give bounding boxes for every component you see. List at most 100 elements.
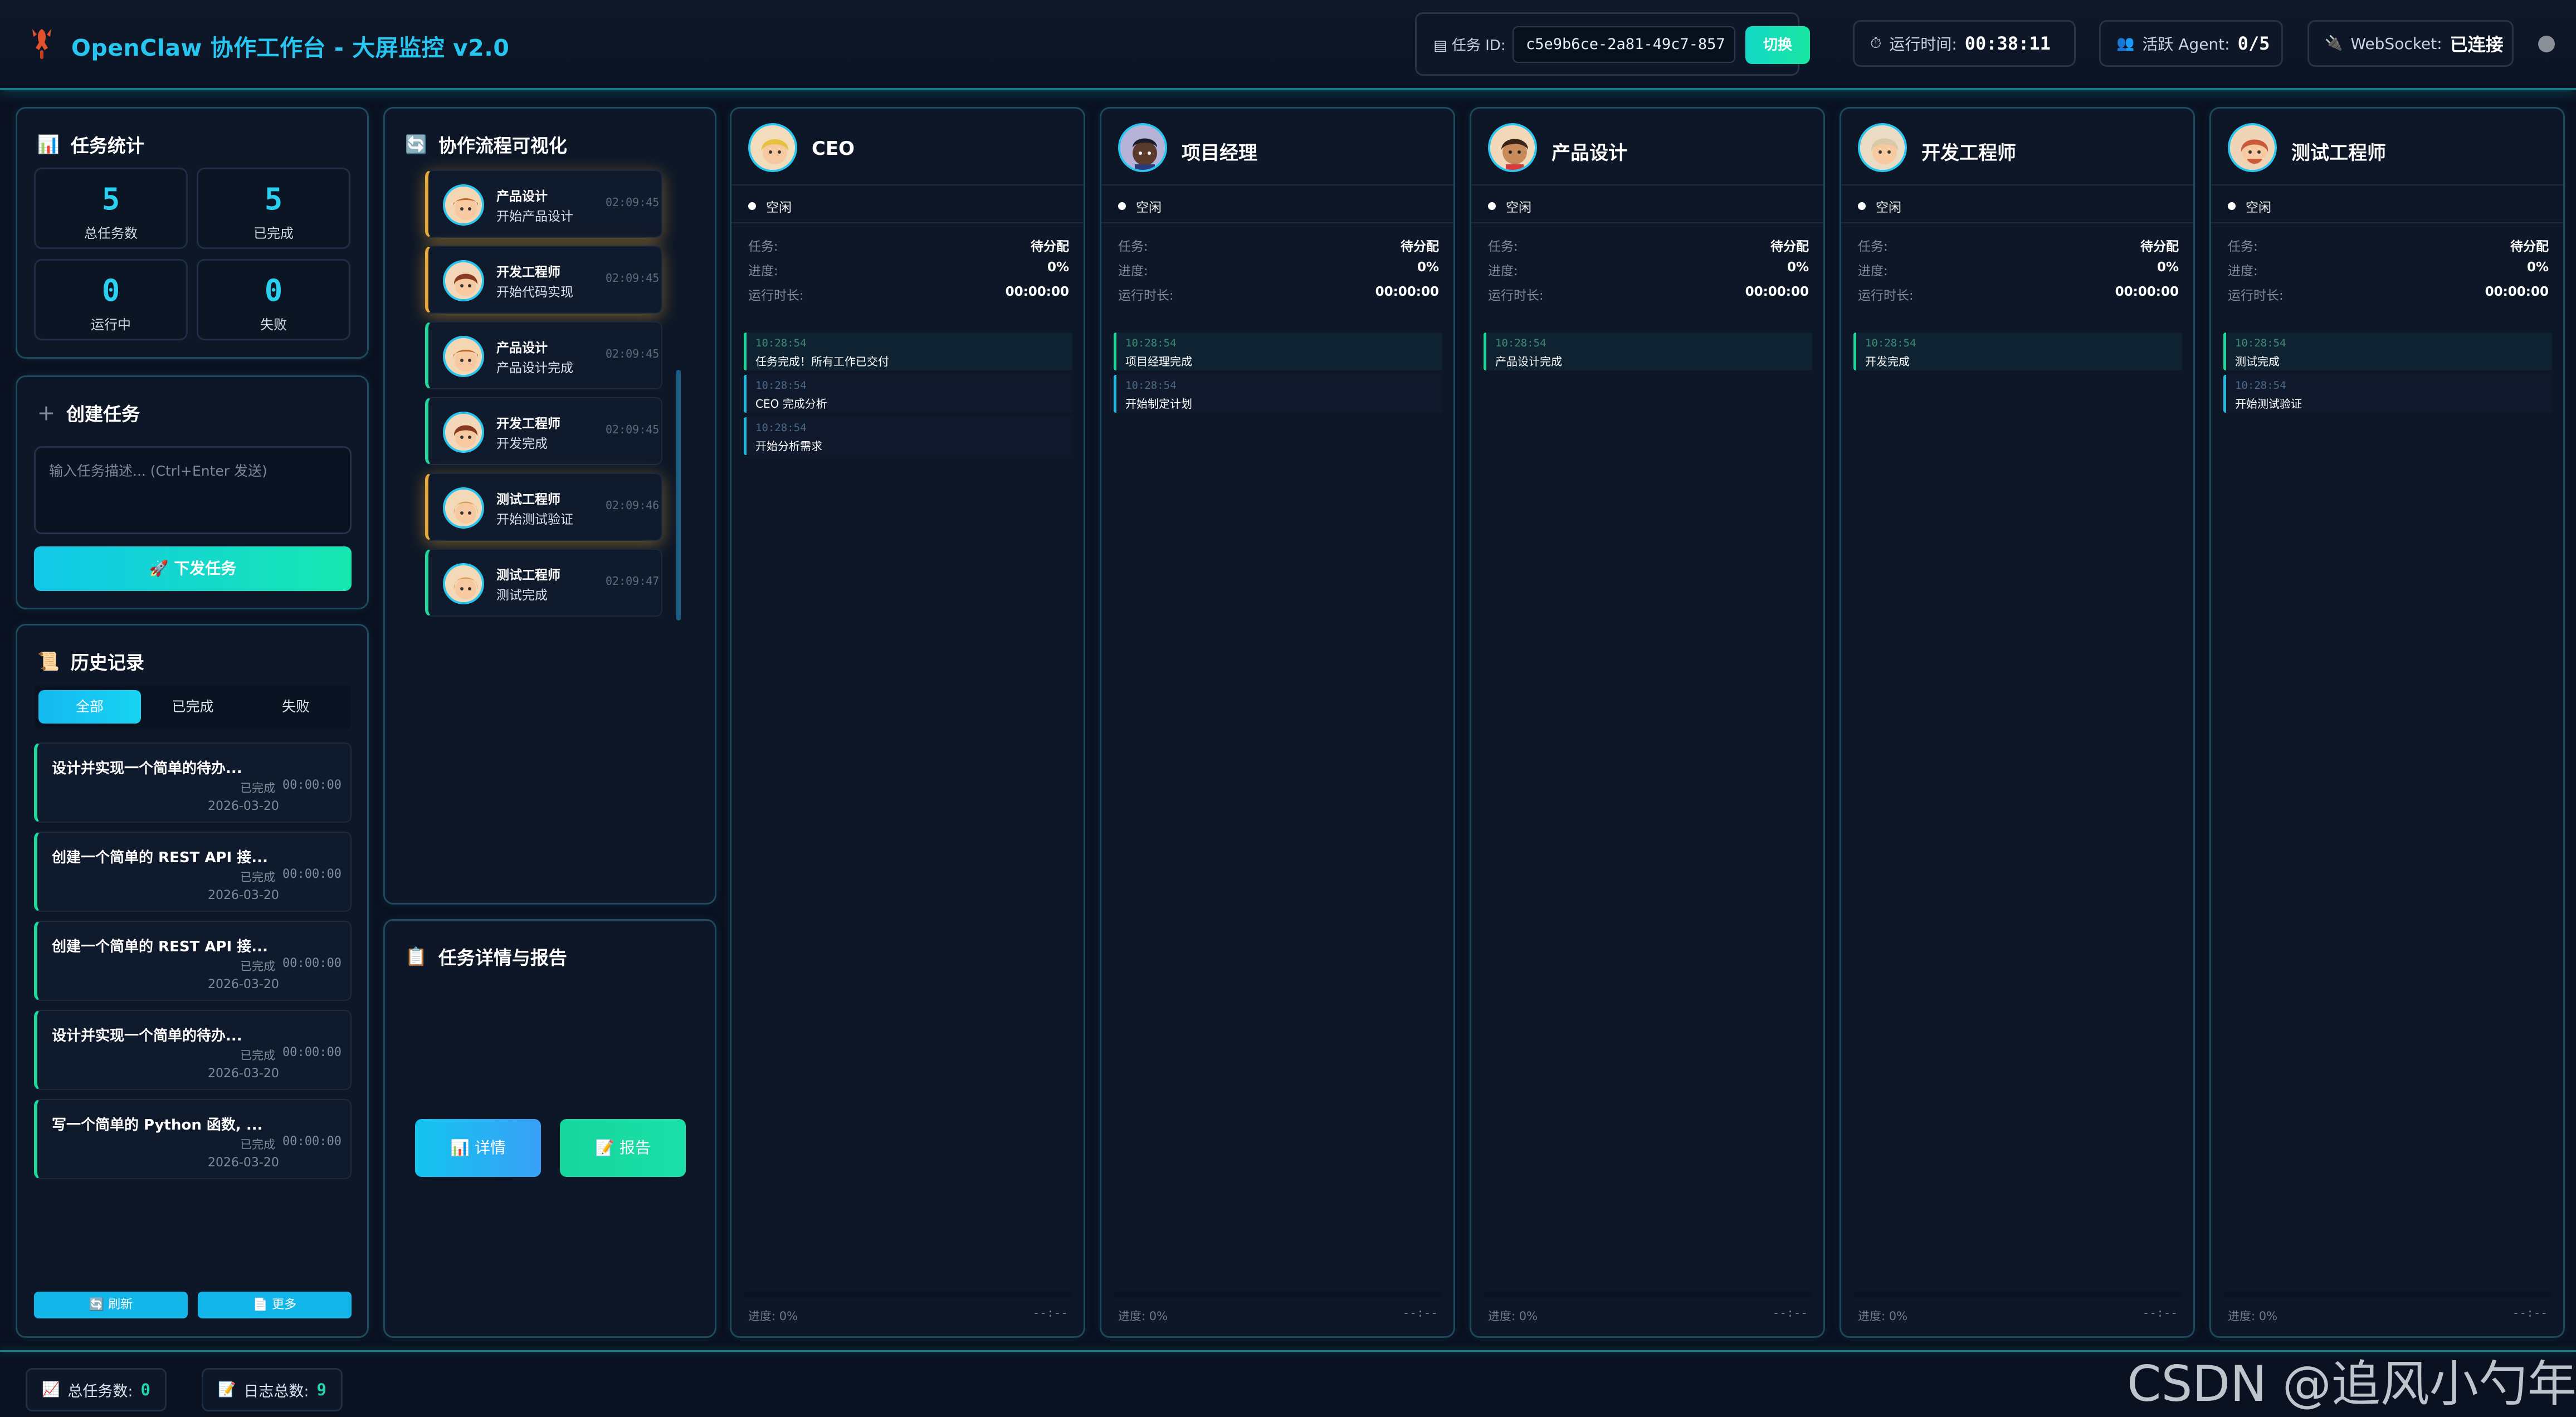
log-text: CEO 完成分析 [755,397,827,411]
agent-name: 开发工程师 [1921,142,2016,164]
refresh-button[interactable]: 🔄 刷新 [34,1292,188,1318]
websocket-value: 已连接 [2450,34,2504,55]
task-value: 待分配 [1401,240,1439,254]
divider [1841,184,2193,185]
agent-card-product-designer: 产品设计 空闲 任务: 待分配 进度: 0% 运行时长: 00:00:00 10… [1470,107,1825,1338]
flow-item: 测试工程师 测试完成 02:09:47 [425,549,662,617]
history-item-date: 2026-03-20 [208,1156,279,1170]
agent-status: 空闲 [2228,197,2271,216]
stat-failed: 0 失败 [197,259,350,340]
tab-failed[interactable]: 失败 [245,690,347,724]
log-entry: 10:28:54 项目经理完成 [1114,333,1442,370]
footer-time: --:-- [1032,1306,1068,1320]
flow-item-time: 02:09:45 [606,423,660,436]
log-time: 10:28:54 [1125,337,1177,349]
detail-button[interactable]: 📊 详情 [415,1119,541,1177]
footer-progress: 进度: 0% [2228,1309,2278,1323]
task-id-input[interactable]: c5e9b6ce-2a81-49c7-857 [1513,26,1735,63]
tester-avatar-icon [2228,123,2277,172]
flow-item-role: 开发工程师 [496,265,560,280]
flow-item: 开发工程师 开发完成 02:09:45 [425,397,662,465]
footer-progress: 进度: 0% [1488,1309,1538,1323]
product-designer-avatar-icon [443,184,484,226]
total-tasks-value: 0 [140,1380,150,1399]
log-time: 10:28:54 [2235,379,2286,392]
history-item-time: 00:00:00 [282,1135,341,1149]
more-button[interactable]: 📄 更多 [198,1292,352,1318]
flow-item: 开发工程师 开始代码实现 02:09:45 [425,246,662,314]
runtime-label: 运行时间: [1889,35,1957,53]
runtime-value: 00:38:11 [1964,33,2051,54]
log-entry: 10:28:54 开始测试验证 [2223,375,2552,413]
history-item-title: 创建一个简单的 REST API 接... [52,939,268,955]
history-item[interactable]: 写一个简单的 Python 函数, ... 已完成 00:00:00 2026-… [34,1099,352,1179]
divider [1101,222,1453,223]
divider [2211,184,2563,185]
history-item-time: 00:00:00 [282,1045,341,1059]
log-time: 10:28:54 [1865,337,1916,349]
flow-item-desc: 测试完成 [496,588,548,603]
progress-track [1484,1292,1812,1298]
history-item[interactable]: 创建一个简单的 REST API 接... 已完成 00:00:00 2026-… [34,921,352,1001]
history-item-date: 2026-03-20 [208,799,279,813]
developer-avatar-icon [1858,123,1907,172]
log-time: 10:28:54 [755,379,807,392]
tab-completed[interactable]: 已完成 [142,690,244,724]
total-logs-chip: 📝 日志总数: 9 [202,1368,343,1411]
stat-done-value: 5 [264,182,283,217]
footer-time: --:-- [1772,1306,1808,1320]
task-label: 任务: [2228,240,2258,254]
log-entry: 10:28:54 开始制定计划 [1114,375,1442,413]
progress-label: 进度: [1488,264,1518,278]
clipboard-icon: ▤ [1433,37,1447,54]
document-icon: 📝 [218,1381,236,1398]
switch-button[interactable]: 切换 [1745,26,1810,64]
stat-done-label: 已完成 [253,226,294,241]
duration-value: 00:00:00 [2485,285,2549,299]
progress-track [744,1292,1072,1298]
task-label: 任务: [748,240,778,254]
stat-total: 5 总任务数 [34,168,188,249]
chart-icon: 📈 [42,1381,60,1398]
log-text: 开始制定计划 [1125,397,1192,411]
total-logs-label: 日志总数: [243,1382,309,1400]
flow-item-role: 测试工程师 [496,568,560,583]
agent-name: 产品设计 [1552,142,1627,164]
report-button[interactable]: 📝 报告 [560,1119,686,1177]
history-filter-tabs: 全部 已完成 失败 [34,685,352,729]
log-text: 任务完成！所有工作已交付 [755,355,889,368]
developer-avatar-icon [443,412,484,453]
websocket-box: 🔌 WebSocket: 已连接 [2307,20,2514,67]
total-tasks-label: 总任务数: [67,1382,133,1400]
flow-scrollbar[interactable] [676,370,681,620]
tab-all[interactable]: 全部 [38,690,141,724]
app-title: OpenClaw 协作工作台 - 大屏监控 v2.0 [71,35,510,61]
progress-label: 进度: [1118,264,1148,278]
task-label: 任务: [1488,240,1518,254]
plus-icon: ＋ [37,403,56,424]
history-item-title: 创建一个简单的 REST API 接... [52,849,268,866]
task-description-input[interactable]: 输入任务描述... (Ctrl+Enter 发送) [34,446,352,534]
progress-value: 0% [1047,260,1069,275]
log-entry: 10:28:54 开发完成 [1853,333,2182,370]
dispatch-task-button[interactable]: 🚀 下发任务 [34,546,352,591]
history-item[interactable]: 设计并实现一个简单的待办... 已完成 00:00:00 2026-03-20 [34,1010,352,1090]
stat-done: 5 已完成 [197,168,350,249]
log-time: 10:28:54 [755,422,807,434]
tester-avatar-icon [443,563,484,604]
history-item[interactable]: 创建一个简单的 REST API 接... 已完成 00:00:00 2026-… [34,832,352,912]
agent-status: 空闲 [1118,197,1162,216]
flow-list[interactable]: 产品设计 开始产品设计 02:09:45 开发工程师 开始代码实现 02:09:… [425,170,690,617]
log-entry: 10:28:54 测试完成 [2223,333,2552,370]
divider [731,222,1084,223]
progress-value: 0% [2157,260,2179,275]
top-bar: OpenClaw 协作工作台 - 大屏监控 v2.0 ▤ 任务 ID: c5e9… [0,0,2576,90]
history-item[interactable]: 设计并实现一个简单的待办... 已完成 00:00:00 2026-03-20 [34,742,352,823]
task-value: 待分配 [1031,240,1069,254]
watermark-text: CSDN @追风小勺年 [2127,1355,2576,1413]
progress-track [2223,1292,2552,1298]
log-time: 10:28:54 [755,337,807,349]
flow-item-role: 产品设计 [496,341,548,355]
active-agent-value: 0/5 [2237,33,2270,54]
history-item-title: 写一个简单的 Python 函数, ... [52,1117,263,1133]
